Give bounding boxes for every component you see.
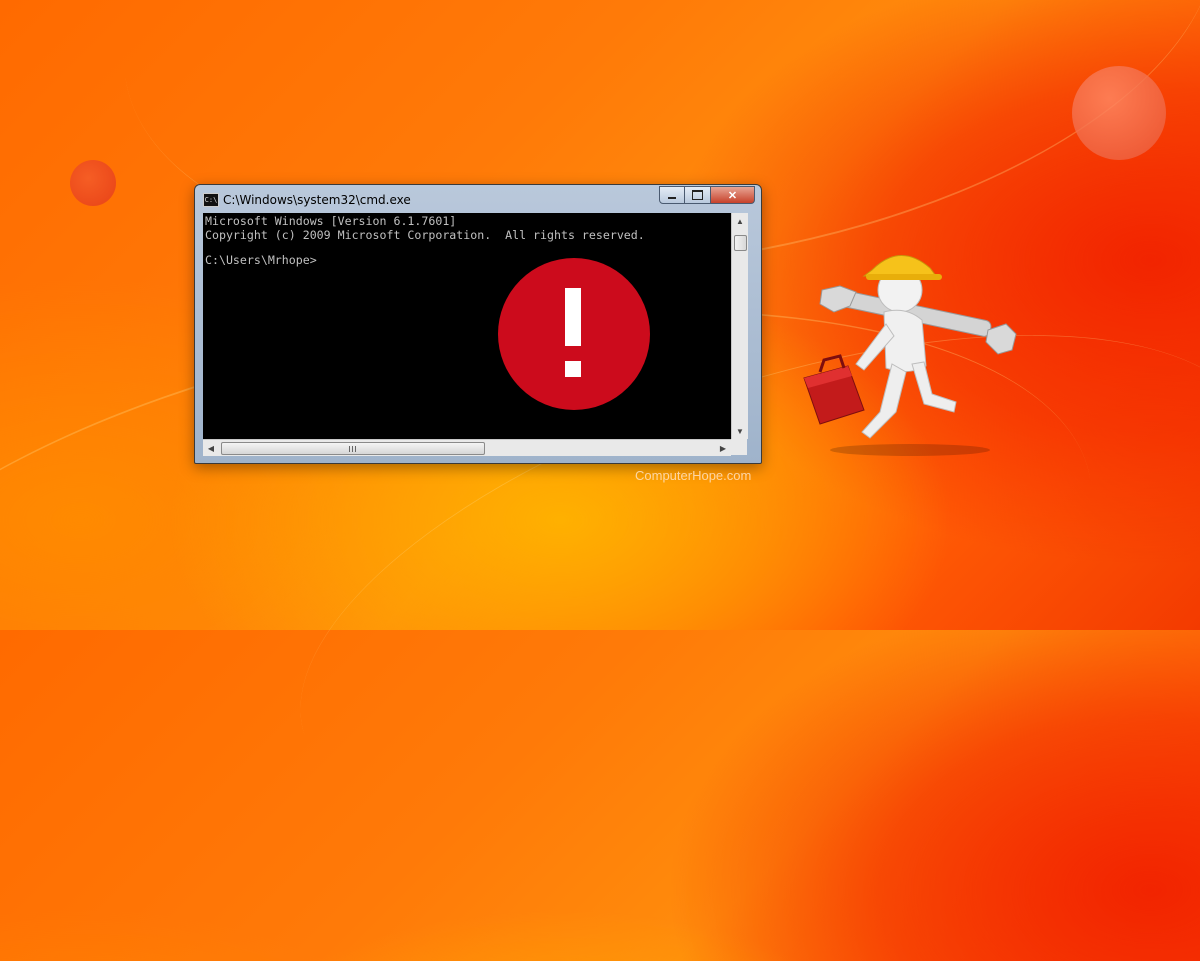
window-titlebar[interactable]: C:\ C:\Windows\system32\cmd.exe ✕: [195, 185, 761, 213]
close-icon: ✕: [727, 189, 738, 202]
maximize-button[interactable]: [685, 186, 711, 204]
cmd-app-icon[interactable]: C:\: [203, 193, 219, 207]
cmd-window[interactable]: C:\ C:\Windows\system32\cmd.exe ✕ Micros…: [194, 184, 762, 464]
toolbox-icon: [803, 354, 865, 425]
grip-icon: [348, 445, 358, 452]
minimize-button[interactable]: [659, 186, 685, 204]
window-title: C:\Windows\system32\cmd.exe: [223, 193, 411, 207]
console-line-copyright: Copyright (c) 2009 Microsoft Corporation…: [205, 228, 645, 242]
scroll-up-arrow-icon[interactable]: ▲: [732, 213, 748, 229]
console-line-version: Microsoft Windows [Version 6.1.7601]: [205, 214, 457, 228]
window-controls: ✕: [659, 186, 755, 204]
vertical-scrollbar[interactable]: ▲ ▼: [731, 213, 748, 439]
maximize-icon: [692, 190, 703, 200]
exclamation-dot: [565, 361, 581, 377]
decorative-circle: [70, 160, 116, 206]
repairman-icon: [803, 255, 1017, 456]
horizontal-scroll-thumb[interactable]: [221, 442, 485, 455]
error-alert-icon: [498, 258, 650, 410]
scroll-left-arrow-icon[interactable]: ◀: [203, 440, 219, 456]
console-prompt[interactable]: C:\Users\Mrhope>: [205, 254, 317, 266]
minimize-icon: [668, 197, 676, 199]
scroll-down-arrow-icon[interactable]: ▼: [732, 423, 748, 439]
scroll-right-arrow-icon[interactable]: ▶: [715, 440, 731, 456]
exclamation-icon: [565, 288, 581, 346]
figure: [855, 255, 957, 439]
console-output[interactable]: Microsoft Windows [Version 6.1.7601] Cop…: [203, 213, 731, 439]
close-button[interactable]: ✕: [711, 186, 755, 204]
resize-grip[interactable]: [731, 439, 747, 455]
horizontal-scrollbar[interactable]: ◀ ▶: [203, 439, 731, 456]
watermark: ComputerHope.com: [635, 468, 752, 483]
decorative-circle: [1072, 66, 1166, 160]
vertical-scroll-thumb[interactable]: [734, 235, 747, 251]
